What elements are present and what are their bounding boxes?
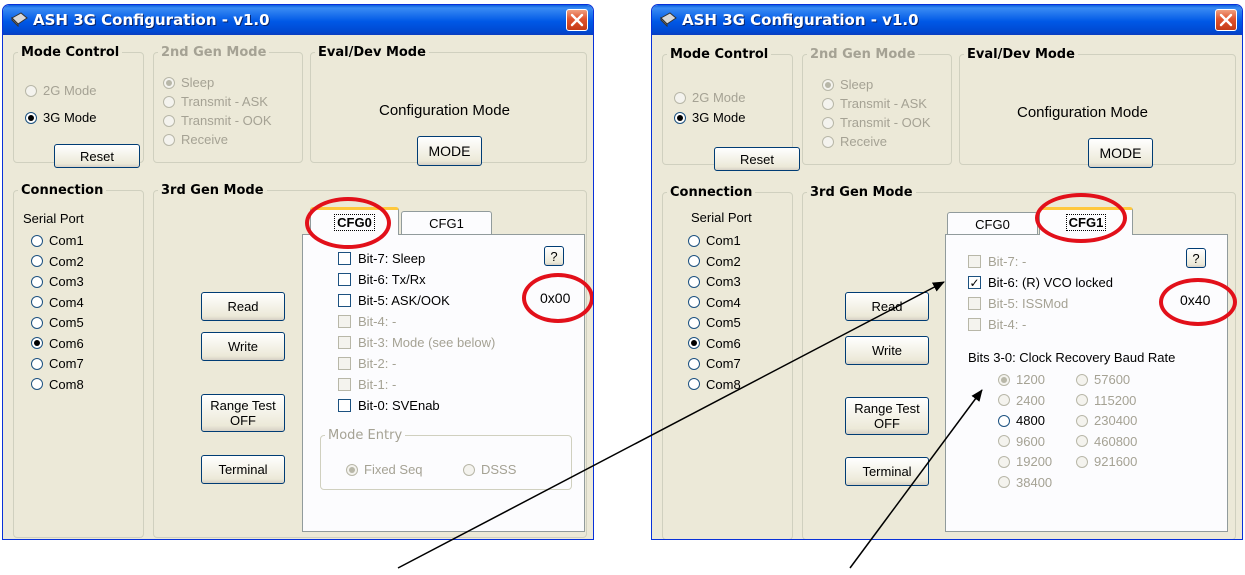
arrow-to-vco-bit xyxy=(397,281,945,569)
arrow-to-baud-rate xyxy=(849,389,983,569)
annotation-arrows xyxy=(397,281,983,569)
